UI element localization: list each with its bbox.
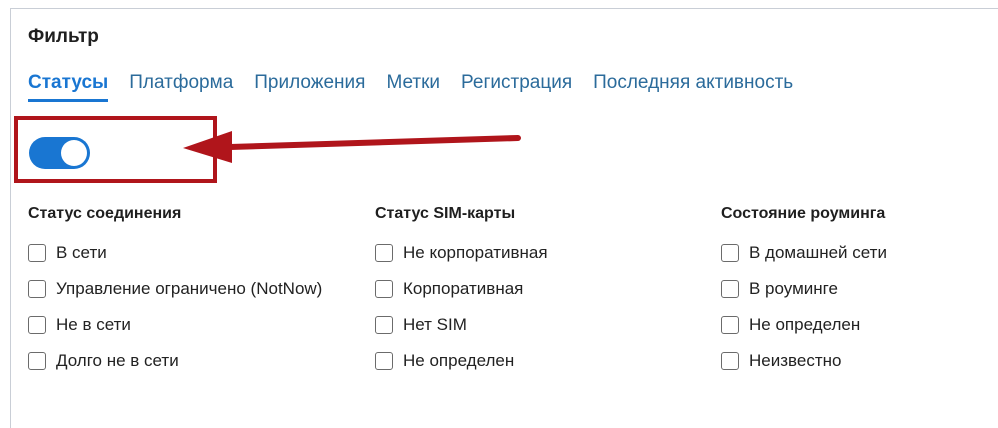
checkbox-limited-control[interactable]: Управление ограничено (NotNow) (28, 271, 322, 307)
sim-status-heading: Статус SIM-карты (375, 205, 516, 222)
sim-status-column: Статус SIM-карты Не корпоративная Корпор… (375, 205, 548, 379)
checkbox-label: В сети (56, 243, 107, 262)
checkbox-label: Не определен (749, 315, 861, 334)
checkbox-label: Управление ограничено (NotNow) (56, 279, 323, 298)
checkbox-label: Корпоративная (403, 279, 524, 298)
checkbox-label: Не в сети (56, 315, 131, 334)
checkbox-box[interactable] (375, 352, 393, 370)
checkbox-roaming[interactable]: В роуминге (721, 271, 887, 307)
checkbox-box[interactable] (721, 244, 739, 262)
checkbox-online[interactable]: В сети (28, 235, 322, 271)
checkbox-box[interactable] (375, 244, 393, 262)
checkbox-label: Не определен (403, 351, 515, 370)
checkbox-label: Долго не в сети (56, 351, 179, 370)
checkbox-label: В домашней сети (749, 243, 887, 262)
checkbox-box[interactable] (721, 352, 739, 370)
checkbox-unknown[interactable]: Неизвестно (721, 343, 887, 379)
roaming-status-column: Состояние роуминга В домашней сети В роу… (721, 205, 887, 379)
checkbox-box[interactable] (375, 280, 393, 298)
checkbox-sim-undefined[interactable]: Не определен (375, 343, 548, 379)
checkbox-corporate[interactable]: Корпоративная (375, 271, 548, 307)
checkbox-not-corporate[interactable]: Не корпоративная (375, 235, 548, 271)
checkbox-box[interactable] (721, 316, 739, 334)
checkbox-box[interactable] (28, 316, 46, 334)
checkbox-no-sim[interactable]: Нет SIM (375, 307, 548, 343)
checkbox-label: Нет SIM (403, 315, 467, 334)
checkbox-label: Неизвестно (749, 351, 842, 370)
checkbox-box[interactable] (28, 244, 46, 262)
checkbox-label: Не корпоративная (403, 243, 548, 262)
checkbox-long-offline[interactable]: Долго не в сети (28, 343, 322, 379)
checkbox-box[interactable] (28, 352, 46, 370)
connection-status-column: Статус соединения В сети Управление огра… (28, 205, 322, 379)
checkbox-box[interactable] (721, 280, 739, 298)
checkbox-box[interactable] (375, 316, 393, 334)
checkbox-roaming-undefined[interactable]: Не определен (721, 307, 887, 343)
checkbox-home-network[interactable]: В домашней сети (721, 235, 887, 271)
checkbox-label: В роуминге (749, 279, 838, 298)
checkbox-offline[interactable]: Не в сети (28, 307, 322, 343)
checkbox-box[interactable] (28, 280, 46, 298)
roaming-status-heading: Состояние роуминга (721, 205, 886, 222)
connection-status-heading: Статус соединения (28, 205, 182, 222)
